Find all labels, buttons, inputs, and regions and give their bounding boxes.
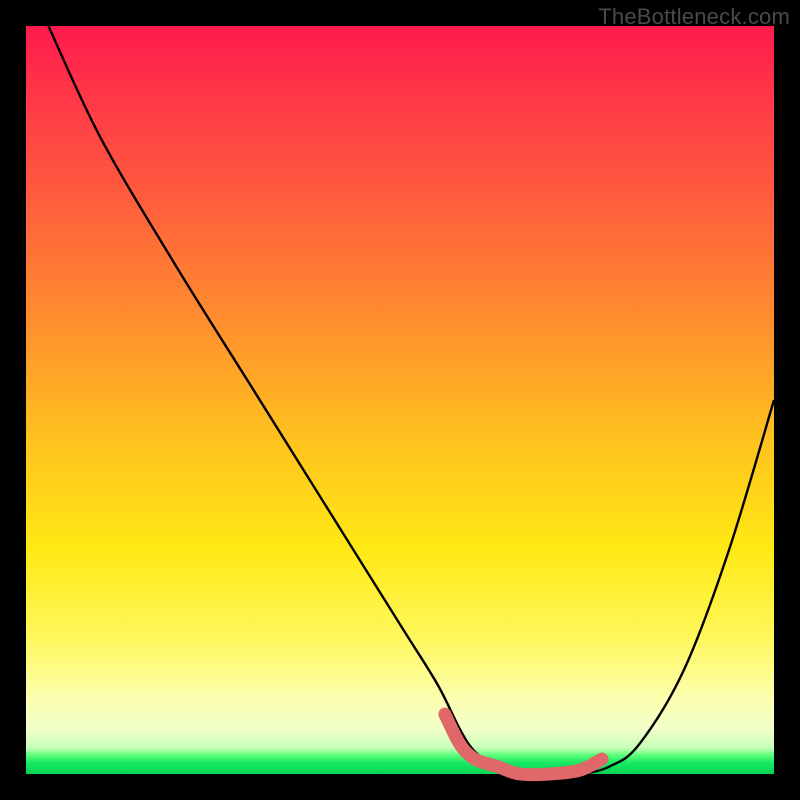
bottleneck-curve [48,26,774,775]
watermark-text: TheBottleneck.com [598,4,790,30]
chart-frame: TheBottleneck.com [0,0,800,800]
curve-layer [26,26,774,774]
plot-area [26,26,774,774]
